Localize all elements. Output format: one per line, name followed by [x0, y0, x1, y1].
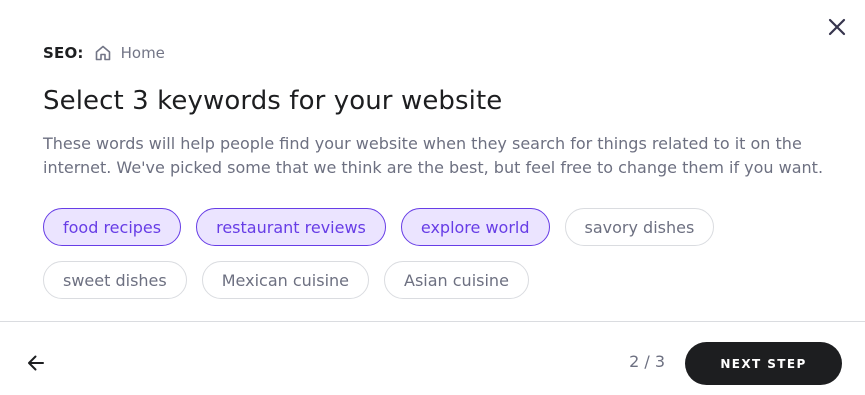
- next-step-button[interactable]: NEXT STEP: [685, 342, 842, 385]
- keyword-chip-mexican-cuisine[interactable]: Mexican cuisine: [201, 261, 369, 299]
- arrow-left-icon: [28, 355, 44, 371]
- page-label: Home: [120, 44, 165, 62]
- footer-divider: [0, 321, 865, 322]
- keyword-selection-dialog: SEO: Home Select 3 keywords for your web…: [0, 0, 865, 395]
- keyword-chip-restaurant-reviews[interactable]: restaurant reviews: [196, 208, 386, 246]
- close-icon: [828, 18, 846, 36]
- keyword-chip-savory-dishes[interactable]: savory dishes: [564, 208, 715, 246]
- keyword-chip-asian-cuisine[interactable]: Asian cuisine: [384, 261, 529, 299]
- section-label: SEO:: [43, 44, 84, 62]
- page-title: Select 3 keywords for your website: [43, 86, 503, 116]
- keyword-chip-food-recipes[interactable]: food recipes: [43, 208, 182, 246]
- step-progress: 2 / 3: [629, 352, 665, 371]
- page-description: These words will help people find your w…: [43, 134, 824, 177]
- keyword-row: sweet dishes Mexican cuisine Asian cuisi…: [43, 261, 843, 299]
- breadcrumb: SEO: Home: [43, 42, 165, 64]
- keyword-chip-sweet-dishes[interactable]: sweet dishes: [43, 261, 187, 299]
- close-button[interactable]: [823, 13, 851, 41]
- keyword-chip-explore-world[interactable]: explore world: [400, 208, 550, 246]
- keyword-chips: food recipes restaurant reviews explore …: [43, 208, 843, 314]
- breadcrumb-home: Home: [94, 44, 165, 62]
- back-button[interactable]: [22, 349, 50, 377]
- home-icon: [94, 44, 112, 62]
- keyword-row: food recipes restaurant reviews explore …: [43, 208, 843, 246]
